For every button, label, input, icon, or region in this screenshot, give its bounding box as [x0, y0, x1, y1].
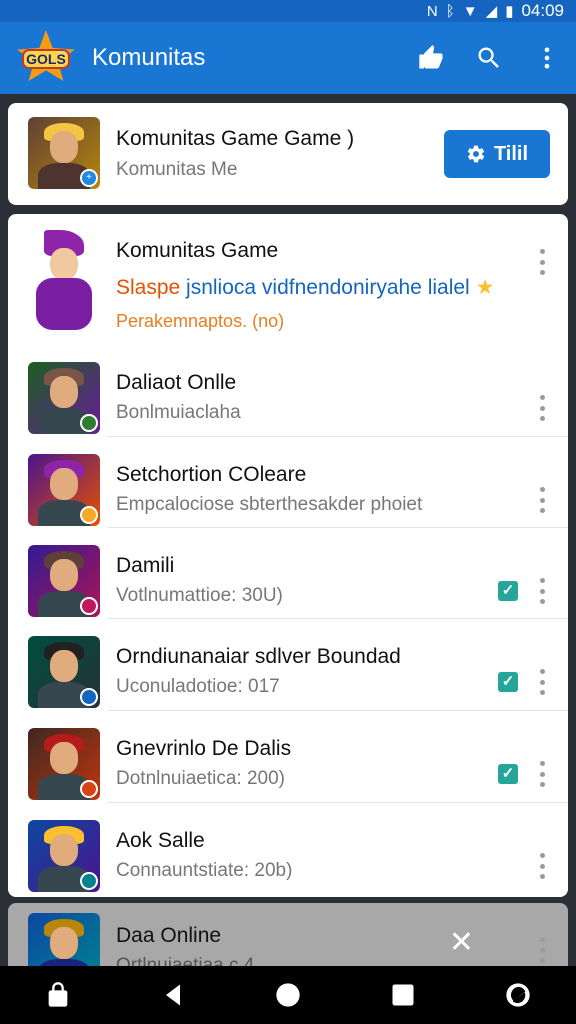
item-more-button[interactable]: [532, 935, 552, 965]
item-avatar: [28, 454, 100, 526]
status-time: 04:09: [521, 1, 564, 20]
community-avatar: +: [28, 117, 100, 189]
item-more-button[interactable]: [532, 759, 552, 789]
item-checkbox[interactable]: ✓: [498, 764, 518, 784]
app-bar: GOLS Komunitas: [0, 22, 576, 94]
pin-icon[interactable]: ✕: [449, 925, 474, 960]
more-vert-icon: [544, 47, 550, 69]
list-divider: [108, 802, 568, 803]
item-more-button[interactable]: [532, 485, 552, 515]
featured-title: Komunitas Game: [116, 239, 279, 262]
like-icon: [419, 45, 443, 69]
battery-icon: ▮: [505, 3, 514, 20]
search-icon: [478, 47, 499, 68]
wifi-icon: ▼: [462, 2, 478, 20]
item-title: Setchortion COleare: [116, 463, 307, 486]
list-divider: [108, 710, 568, 711]
featured-more-button[interactable]: [532, 247, 552, 277]
item-avatar: [28, 820, 100, 892]
badge-icon: [80, 506, 98, 524]
item-checkbox[interactable]: ✓: [498, 581, 518, 601]
page-title: Komunitas: [92, 44, 206, 71]
back-icon: [165, 984, 180, 1006]
gear-icon: [467, 145, 485, 163]
item-subtitle: Dotnlnuiaetica: 200): [116, 768, 285, 789]
settings-button-label: Tilil: [493, 142, 529, 165]
item-subtitle: Votlnumattioe: 30U): [116, 585, 283, 606]
home-button[interactable]: [264, 971, 312, 1019]
nfc-icon: N: [426, 2, 438, 20]
lock-button[interactable]: [34, 971, 82, 1019]
like-button[interactable]: [402, 29, 460, 87]
item-avatar: [28, 636, 100, 708]
recents-icon: [392, 984, 414, 1006]
community-subtitle: Komunitas Me: [116, 159, 238, 180]
assistant-button[interactable]: [494, 971, 542, 1019]
item-title: Daa Online: [116, 924, 222, 947]
recents-button[interactable]: [379, 971, 427, 1019]
list-divider: [108, 527, 568, 528]
item-more-button[interactable]: [532, 851, 552, 881]
more-options-button[interactable]: [518, 29, 576, 87]
item-subtitle: Empcalociose sbterthesakder phoiet: [116, 494, 423, 515]
star-icon: ★: [475, 276, 495, 299]
status-bar: N ᛒ ▼ ◢ ▮ 04:09: [0, 0, 576, 22]
community-title: Komunitas Game Game ): [116, 127, 355, 150]
item-avatar: [28, 728, 100, 800]
home-icon: [276, 983, 300, 1007]
badge-icon: [80, 597, 98, 615]
search-button[interactable]: [460, 29, 518, 87]
badge-icon: +: [80, 169, 98, 187]
app-logo: GOLS: [16, 30, 76, 86]
badge-icon: [80, 414, 98, 432]
badge-icon: [80, 688, 98, 706]
item-more-button[interactable]: [532, 576, 552, 606]
featured-avatar: [22, 224, 104, 334]
item-subtitle: Bonlmuiaclaha: [116, 402, 241, 423]
item-avatar: [28, 362, 100, 434]
settings-button[interactable]: Tilil: [444, 130, 550, 178]
item-subtitle: Uconuladotioe: 017: [116, 676, 280, 697]
item-checkbox[interactable]: ✓: [498, 672, 518, 692]
list-divider: [108, 436, 568, 437]
item-title: Orndiunanaiar sdlver Boundad: [116, 645, 401, 668]
badge-icon: [80, 872, 98, 890]
item-more-button[interactable]: [532, 393, 552, 423]
item-title: Damili: [116, 554, 175, 577]
community-header-card[interactable]: + Komunitas Game Game ) Komunitas Me Til…: [8, 103, 568, 205]
signal-icon: ◢: [485, 3, 498, 20]
list-divider: [108, 618, 568, 619]
system-nav-bar: [0, 966, 576, 1024]
item-title: Daliaot Onlle: [116, 371, 237, 394]
community-list-card: Komunitas Game Slaspe jsnlioca vidfnendo…: [8, 214, 568, 897]
item-title: Aok Salle: [116, 829, 205, 852]
featured-meta: Perakemnaptos. (no): [116, 311, 285, 331]
item-more-button[interactable]: [532, 667, 552, 697]
back-button[interactable]: [149, 971, 197, 1019]
assistant-icon: [506, 983, 531, 1007]
featured-description: Slaspe jsnlioca vidfnendoniryahe lialel …: [116, 276, 495, 299]
bluetooth-icon: ᛒ: [445, 2, 455, 20]
item-title: Gnevrinlo De Dalis: [116, 737, 292, 760]
item-avatar: [28, 545, 100, 617]
lock-icon: [48, 982, 67, 1007]
item-subtitle: Connauntstiate: 20b): [116, 860, 293, 881]
badge-icon: [80, 780, 98, 798]
